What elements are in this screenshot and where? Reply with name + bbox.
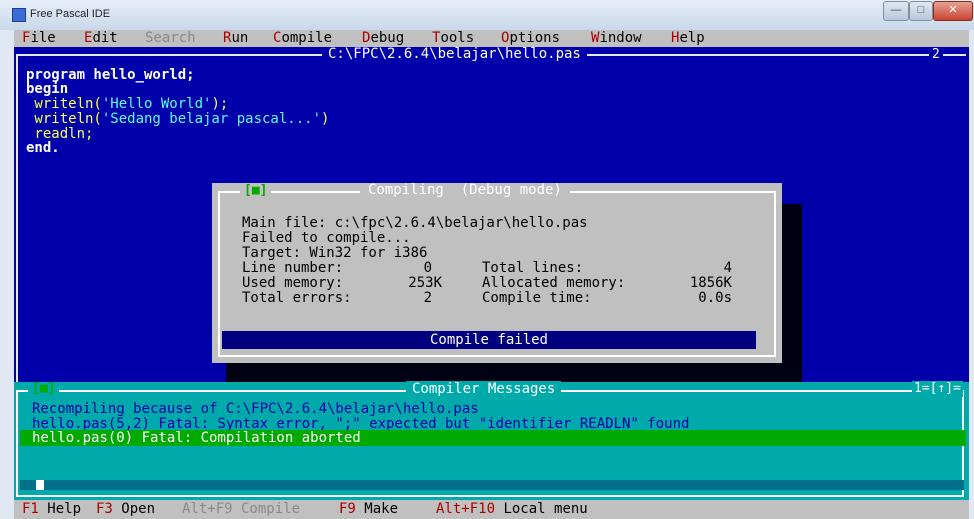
messages-window-number[interactable]: 1=[↑]= — [912, 381, 963, 397]
menu-debug[interactable]: Debug — [362, 30, 404, 47]
status-bar: F1 Help F3 Open Alt+F9 Compile F9 Make A… — [14, 500, 969, 519]
compile-result-bar: Compile failed — [222, 331, 756, 349]
maximize-button[interactable]: □ — [909, 1, 933, 21]
status-make[interactable]: F9 Make — [339, 500, 398, 519]
messages-title: Compiler Messages — [406, 381, 562, 397]
menu-help[interactable]: Help — [671, 30, 705, 47]
code-line[interactable]: begin — [26, 82, 68, 96]
code-line[interactable]: writeln('Hello World'); — [26, 97, 228, 111]
window-titlebar: Free Pascal IDE — □ ✕ — [0, 0, 974, 30]
menu-tools[interactable]: Tools — [432, 30, 474, 47]
dialog-title: Compiling (Debug mode) — [360, 183, 570, 198]
minimize-button[interactable]: — — [883, 1, 909, 21]
string-literal: 'Sedang belajar pascal...' — [101, 111, 322, 127]
target-line: Target: Win32 for i386 — [242, 245, 428, 261]
menu-run[interactable]: Run — [223, 30, 248, 47]
menu-compile[interactable]: Compile — [273, 30, 332, 47]
menu-file[interactable]: File — [22, 30, 56, 47]
window-title: Free Pascal IDE — [30, 8, 111, 20]
line-number-value: 0 — [423, 260, 432, 276]
editor-window-number[interactable]: 2 — [929, 47, 943, 62]
editor-title: C:\FPC\2.6.4\belajar\hello.pas — [322, 47, 587, 62]
app-icon — [12, 8, 26, 22]
string-literal: 'Hello World' — [101, 96, 212, 112]
scrollbar-thumb[interactable] — [36, 480, 44, 490]
menu-bar: File Edit Search Run Compile Debug Tools… — [14, 30, 969, 47]
code-line[interactable]: writeln('Sedang belajar pascal...') — [26, 112, 329, 126]
used-memory-value: 253K — [408, 275, 442, 291]
total-lines-value: 4 — [723, 260, 732, 276]
status-local-menu[interactable]: Alt+F10 Local menu — [436, 500, 588, 519]
compile-status-line: Failed to compile... — [242, 230, 411, 246]
message-line-selected[interactable]: hello.pas(0) Fatal: Compilation aborted — [32, 431, 361, 446]
total-errors-value: 2 — [423, 290, 432, 306]
compile-time-value: 0.0s — [698, 290, 732, 306]
menu-edit[interactable]: Edit — [84, 30, 118, 47]
status-help[interactable]: F1 Help — [22, 500, 81, 519]
menu-window[interactable]: Window — [591, 30, 642, 47]
close-button[interactable]: ✕ — [933, 1, 973, 21]
status-open[interactable]: F3 Open — [96, 500, 155, 519]
status-compile[interactable]: Alt+F9 Compile — [182, 500, 300, 519]
total-errors-label: Total errors: — [242, 290, 352, 306]
allocated-memory-label: Allocated memory: — [482, 275, 626, 291]
main-file-line: Main file: c:\fpc\2.6.4\belajar\hello.pa… — [242, 215, 588, 231]
total-lines-label: Total lines: — [482, 260, 584, 276]
compiler-messages-window: [■] Compiler Messages 1=[↑]= Recompiling… — [14, 381, 969, 500]
line-number-label: Line number: — [242, 260, 344, 276]
code-line[interactable]: program hello_world; — [26, 68, 195, 82]
compiling-dialog: [■] Compiling (Debug mode) Main file: c:… — [212, 183, 782, 363]
compile-time-label: Compile time: — [482, 290, 592, 306]
menu-search[interactable]: Search — [145, 30, 196, 47]
code-line[interactable]: end. — [26, 141, 60, 155]
messages-close-button[interactable]: [■] — [28, 382, 60, 396]
dialog-close-button[interactable]: [■] — [240, 184, 272, 198]
message-line[interactable]: Recompiling because of C:\FPC\2.6.4\bela… — [32, 402, 479, 417]
used-memory-label: Used memory: — [242, 275, 344, 291]
code-line[interactable]: readln; — [26, 127, 93, 141]
allocated-memory-value: 1856K — [689, 275, 732, 291]
ide-client-area: File Edit Search Run Compile Debug Tools… — [14, 30, 969, 519]
menu-options[interactable]: Options — [501, 30, 560, 47]
messages-horizontal-scrollbar[interactable] — [20, 480, 964, 490]
